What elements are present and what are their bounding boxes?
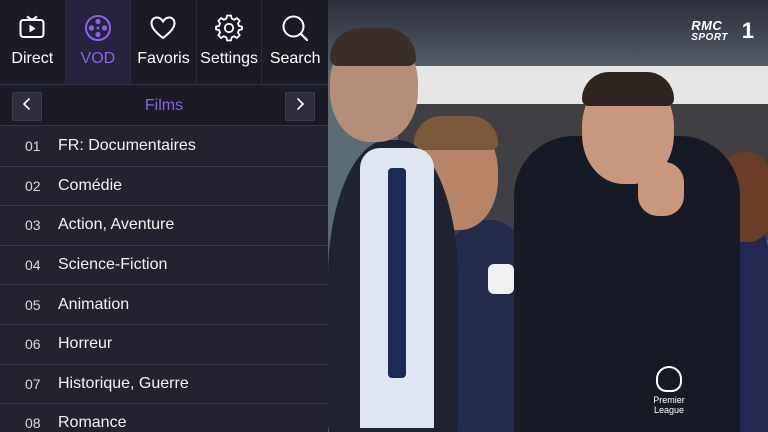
tv-icon	[17, 13, 47, 43]
nav-search[interactable]: Search	[262, 0, 328, 84]
person-tie	[388, 168, 406, 378]
category-header: Films	[0, 84, 328, 126]
item-label: Science-Fiction	[58, 256, 168, 274]
list-item[interactable]: 04 Science-Fiction	[0, 246, 328, 286]
list-item[interactable]: 01 FR: Documentaires	[0, 127, 328, 167]
lion-icon	[656, 366, 682, 392]
list-item[interactable]: 03 Action, Aventure	[0, 206, 328, 246]
item-label: Romance	[58, 414, 127, 432]
gear-icon	[214, 13, 244, 43]
person-hair	[330, 28, 416, 66]
channel-number: 1	[741, 18, 754, 43]
item-label: Animation	[58, 295, 130, 313]
channel-logo-line1: RMC	[691, 18, 723, 33]
nav-label: Settings	[200, 50, 258, 67]
nav-label: VOD	[80, 50, 116, 67]
item-number: 05	[25, 296, 41, 313]
category-title: Films	[144, 97, 184, 114]
item-number: 04	[25, 257, 41, 274]
category-list: 01 FR: Documentaires 02 Comédie 03 Actio…	[0, 127, 328, 432]
item-number: 06	[25, 336, 41, 353]
item-number: 08	[25, 415, 41, 432]
nav-label: Direct	[11, 50, 54, 67]
person-hand	[638, 162, 684, 216]
nav-label: Favoris	[137, 50, 190, 67]
next-category-button[interactable]	[285, 92, 315, 121]
item-number: 07	[25, 375, 41, 392]
heart-icon	[148, 13, 178, 43]
item-label: Horreur	[58, 335, 113, 353]
item-label: Historique, Guerre	[58, 374, 189, 392]
list-item[interactable]: 07 Historique, Guerre	[0, 365, 328, 405]
item-label: FR: Documentaires	[58, 137, 196, 155]
chevron-right-icon	[294, 97, 306, 116]
item-number: 03	[25, 217, 41, 234]
item-label: Comédie	[58, 176, 123, 194]
top-nav: Direct VOD Favoris Settings Search	[0, 0, 328, 84]
item-label: Action, Aventure	[58, 216, 175, 234]
list-item[interactable]: 06 Horreur	[0, 325, 328, 365]
person-hair	[414, 116, 498, 150]
search-icon	[280, 13, 310, 43]
nav-favoris[interactable]: Favoris	[131, 0, 197, 84]
league-logo: Premier League	[646, 366, 692, 415]
channel-logo: RMC SPORT	[691, 18, 728, 44]
film-reel-icon	[83, 13, 113, 43]
item-number: 02	[25, 177, 41, 194]
list-item[interactable]: 08 Romance	[0, 404, 328, 432]
nav-direct[interactable]: Direct	[0, 0, 66, 84]
person-hair	[582, 72, 674, 106]
nav-settings[interactable]: Settings	[197, 0, 263, 84]
nav-label: Search	[269, 50, 321, 67]
league-logo-text: Premier League	[653, 395, 685, 415]
channel-logo-line2: SPORT	[691, 32, 728, 43]
club-badge	[488, 264, 514, 294]
vod-sidebar: Direct VOD Favoris Settings Search Films…	[0, 0, 328, 432]
video-player[interactable]: RMC SPORT 1 Premier League	[328, 0, 768, 432]
list-item[interactable]: 05 Animation	[0, 285, 328, 325]
list-item[interactable]: 02 Comédie	[0, 167, 328, 207]
item-number: 01	[25, 138, 41, 155]
nav-vod[interactable]: VOD	[65, 0, 132, 84]
